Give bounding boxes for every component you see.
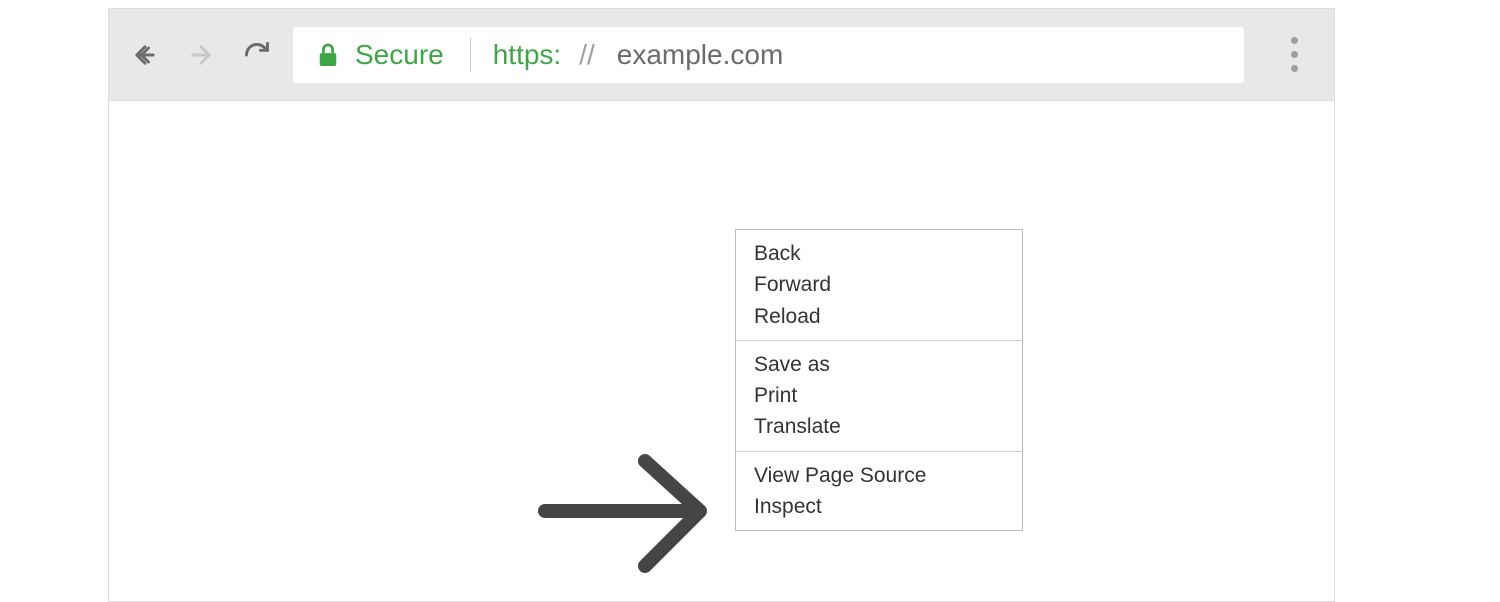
- arrow-left-icon: [131, 41, 159, 69]
- url-domain: example.com: [617, 39, 784, 71]
- page-content: Back Forward Reload Save as Print Transl…: [109, 101, 1334, 601]
- browser-menu-button[interactable]: [1274, 37, 1314, 72]
- menu-item-translate[interactable]: Translate: [736, 411, 1022, 442]
- browser-window: Secure https: // example.com Back Forwar…: [108, 8, 1335, 602]
- back-button[interactable]: [129, 39, 161, 71]
- context-menu-group: View Page Source Inspect: [736, 452, 1022, 531]
- url-protocol: https:: [493, 39, 561, 71]
- browser-toolbar: Secure https: // example.com: [109, 9, 1334, 101]
- context-menu-group: Back Forward Reload: [736, 230, 1022, 340]
- menu-item-inspect[interactable]: Inspect: [736, 491, 1022, 522]
- lock-icon: [317, 42, 339, 68]
- menu-item-save-as[interactable]: Save as: [736, 349, 1022, 380]
- arrow-right-icon: [187, 41, 215, 69]
- address-bar[interactable]: Secure https: // example.com: [293, 27, 1244, 83]
- dot-icon: [1291, 65, 1298, 72]
- menu-item-view-source[interactable]: View Page Source: [736, 460, 1022, 491]
- dot-icon: [1291, 37, 1298, 44]
- forward-button[interactable]: [185, 39, 217, 71]
- reload-icon: [243, 41, 271, 69]
- secure-label: Secure: [355, 39, 444, 71]
- address-divider: [470, 38, 471, 72]
- navigation-buttons: [129, 39, 273, 71]
- dot-icon: [1291, 51, 1298, 58]
- reload-button[interactable]: [241, 39, 273, 71]
- menu-item-print[interactable]: Print: [736, 380, 1022, 411]
- url-slashes: //: [579, 39, 595, 71]
- context-menu: Back Forward Reload Save as Print Transl…: [735, 229, 1023, 531]
- annotation-arrow-icon: [535, 451, 735, 596]
- menu-item-back[interactable]: Back: [736, 238, 1022, 269]
- context-menu-group: Save as Print Translate: [736, 341, 1022, 451]
- menu-item-forward[interactable]: Forward: [736, 269, 1022, 300]
- menu-item-reload[interactable]: Reload: [736, 301, 1022, 332]
